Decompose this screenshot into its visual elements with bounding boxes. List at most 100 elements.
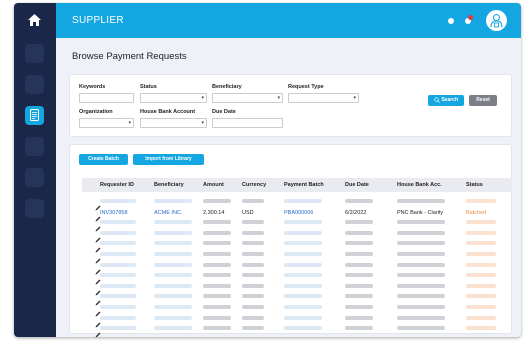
placeholder-amount [203, 283, 231, 288]
sidebar-home[interactable] [25, 11, 44, 30]
document-icon [30, 109, 39, 121]
placeholder-due-date [345, 252, 373, 256]
placeholder-house-bank [397, 262, 445, 267]
placeholder-house-bank [397, 294, 445, 299]
placeholder-due-date [345, 283, 373, 288]
placeholder-status [466, 252, 496, 256]
placeholder-currency [242, 315, 264, 320]
keywords-label: Keywords [79, 84, 106, 90]
due-date-label: Due Date [212, 109, 236, 115]
request-type-label: Request Type [288, 84, 324, 90]
top-bar: SUPPLIER [56, 3, 521, 38]
table-row[interactable] [82, 238, 512, 253]
table-row[interactable] [82, 313, 512, 328]
col-amount[interactable]: Amount [203, 182, 224, 188]
placeholder-status [466, 283, 496, 288]
sidebar-item-3[interactable] [25, 137, 44, 156]
sidebar-item-2[interactable] [25, 75, 44, 94]
placeholder-due-date [345, 230, 373, 235]
cell-requester-id[interactable]: INV307858 [100, 210, 128, 216]
table-row[interactable] [82, 270, 512, 285]
placeholder-amount [203, 220, 231, 225]
cell-beneficiary[interactable]: ACME INC. [154, 210, 182, 216]
table-row[interactable] [82, 196, 512, 211]
placeholder-amount [203, 305, 231, 309]
organization-label: Organization [79, 109, 113, 115]
search-button-label: Search [441, 97, 459, 103]
chevron-down-icon: ▾ [353, 95, 356, 101]
sidebar-item-payments[interactable] [25, 106, 44, 125]
organization-select[interactable]: ▾ [79, 118, 134, 128]
table-row[interactable]: INV307858 ACME INC. 2,300.14 USD PBA000006 6/… [82, 207, 512, 222]
table-row[interactable] [82, 323, 512, 337]
avatar[interactable] [486, 10, 507, 31]
col-payment-batch[interactable]: Payment Batch [284, 182, 324, 188]
placeholder-due-date [345, 220, 373, 225]
placeholder-currency [242, 283, 264, 288]
user-icon [490, 13, 503, 28]
placeholder-requester-id [100, 199, 136, 203]
placeholder-beneficiary [154, 326, 192, 331]
placeholder-payment-batch [284, 241, 322, 246]
col-house-bank[interactable]: House Bank Acc. [397, 182, 442, 188]
placeholder-payment-batch [284, 273, 322, 278]
placeholder-due-date [345, 326, 373, 331]
home-icon [28, 14, 41, 26]
app-window: SUPPLIER Browse Payment Requests Keyword… [14, 3, 521, 337]
app-title: SUPPLIER [72, 15, 124, 26]
table-row[interactable] [82, 260, 512, 275]
placeholder-beneficiary [154, 220, 192, 225]
placeholder-currency [242, 326, 264, 331]
placeholder-due-date [345, 262, 373, 267]
placeholder-due-date [345, 305, 373, 309]
table-row[interactable] [82, 281, 512, 296]
notification-dot[interactable] [448, 18, 454, 24]
cell-payment-batch[interactable]: PBA000006 [284, 210, 313, 216]
placeholder-payment-batch [284, 220, 322, 225]
table-row[interactable] [82, 302, 512, 317]
placeholder-beneficiary [154, 262, 192, 267]
sidebar-item-4[interactable] [25, 168, 44, 187]
table-row[interactable] [82, 217, 512, 232]
col-requester-id[interactable]: Requester ID [100, 182, 134, 188]
placeholder-house-bank [397, 305, 445, 309]
cell-status: Batched [466, 209, 487, 216]
col-status[interactable]: Status [466, 182, 483, 188]
col-beneficiary[interactable]: Beneficiary [154, 182, 184, 188]
col-currency[interactable]: Currency [242, 182, 266, 188]
create-batch-button[interactable]: Create Batch [79, 154, 128, 165]
status-label: Status [140, 84, 157, 90]
request-type-select[interactable]: ▾ [288, 93, 359, 103]
due-date-input[interactable] [212, 118, 283, 128]
reset-button[interactable]: Reset [469, 95, 497, 106]
search-button[interactable]: Search [428, 95, 464, 106]
placeholder-requester-id [100, 252, 136, 256]
sidebar-item-5[interactable] [25, 199, 44, 218]
placeholder-amount [203, 273, 231, 278]
placeholder-payment-batch [284, 283, 322, 288]
col-due-date[interactable]: Due Date [345, 182, 369, 188]
placeholder-status [466, 199, 496, 203]
house-bank-select[interactable]: ▾ [140, 118, 207, 128]
placeholder-status [466, 230, 496, 235]
placeholder-status [466, 315, 496, 320]
beneficiary-label: Beneficiary [212, 84, 242, 90]
placeholder-status [466, 220, 496, 225]
placeholder-due-date [345, 294, 373, 299]
cell-house-bank: PNC Bank - Clarity [397, 209, 444, 216]
beneficiary-select[interactable]: ▾ [212, 93, 283, 103]
table-row[interactable] [82, 291, 512, 306]
chevron-down-icon: ▾ [201, 120, 204, 126]
placeholder-house-bank [397, 283, 445, 288]
placeholder-house-bank [397, 273, 445, 278]
status-select[interactable]: ▾ [140, 93, 207, 103]
sidebar-item-1[interactable] [25, 44, 44, 63]
keywords-input[interactable] [79, 93, 134, 103]
placeholder-due-date [345, 241, 373, 246]
placeholder-currency [242, 305, 264, 309]
placeholder-beneficiary [154, 199, 192, 203]
import-library-button[interactable]: Import from Library [133, 154, 204, 165]
placeholder-amount [203, 262, 231, 267]
table-row[interactable] [82, 228, 512, 243]
table-row[interactable] [82, 249, 512, 264]
